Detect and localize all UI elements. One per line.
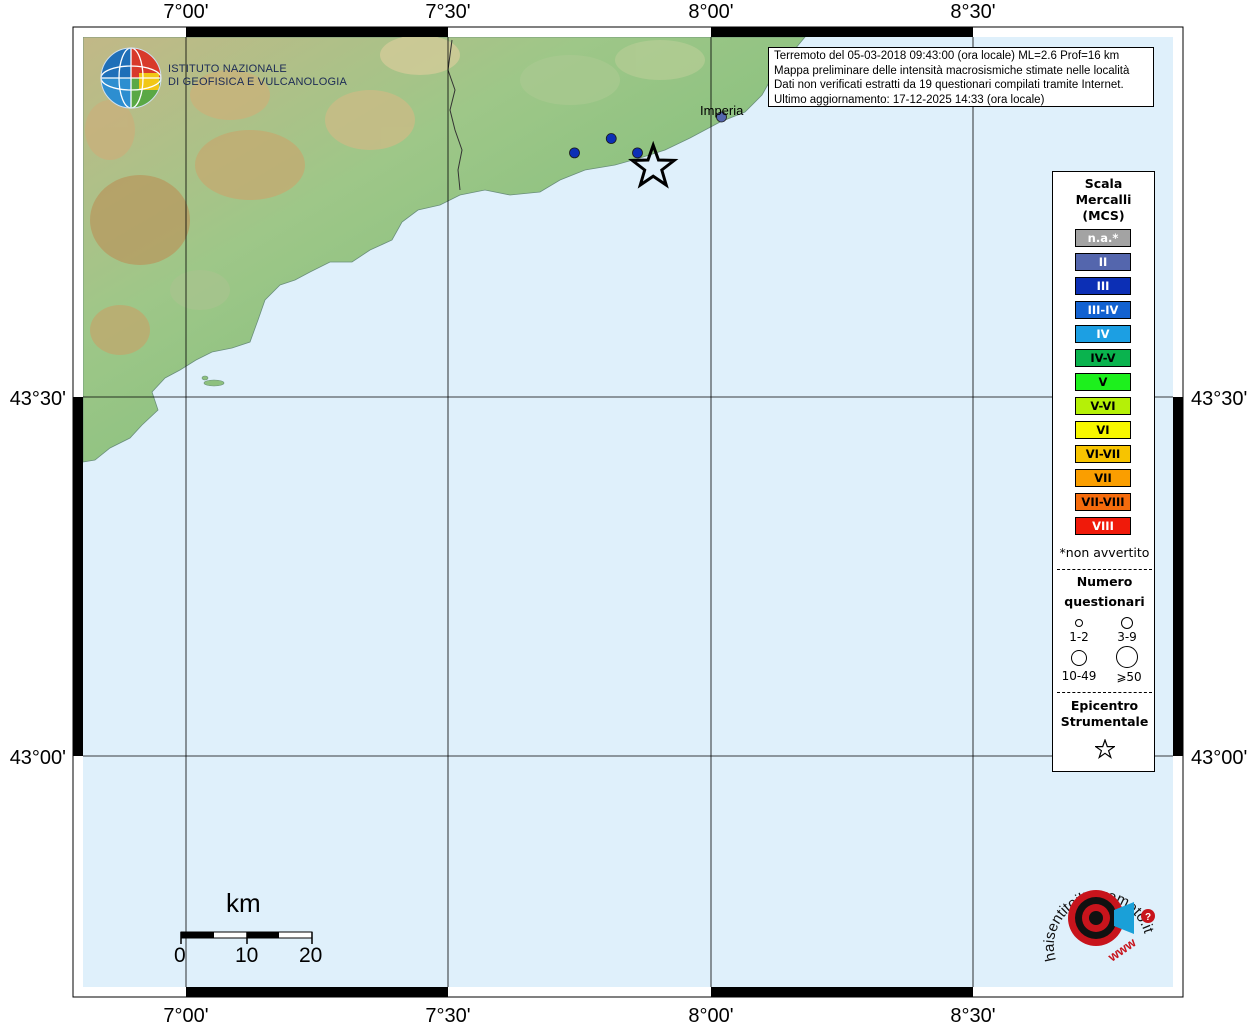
intensity-level-swatch: IV-V bbox=[1075, 349, 1131, 367]
lon-label: 8°30' bbox=[950, 1005, 995, 1024]
count-label: 3-9 bbox=[1117, 630, 1137, 644]
intensity-level-swatch: V-VI bbox=[1075, 397, 1131, 415]
intensity-level-swatch: VII-VIII bbox=[1075, 493, 1131, 511]
lon-label: 7°00' bbox=[163, 1, 208, 23]
intensity-level-swatch: VI bbox=[1075, 421, 1131, 439]
circle-size-medium bbox=[1121, 617, 1133, 629]
epicenter-title-line: Strumentale bbox=[1060, 714, 1149, 729]
intensity-level-swatch: n.a.* bbox=[1075, 229, 1131, 247]
city-label: Imperia bbox=[700, 103, 744, 118]
info-line: Dati non verificati estratti da 19 quest… bbox=[774, 79, 1124, 91]
circle-size-small bbox=[1075, 619, 1083, 627]
star-icon bbox=[1095, 739, 1115, 759]
observation-point[interactable] bbox=[569, 147, 580, 159]
island bbox=[201, 375, 209, 381]
count-label: ⩾50 bbox=[1116, 670, 1142, 684]
event-info-box: Terremoto del 05-03-2018 09:43:00 (ora l… bbox=[768, 47, 1154, 107]
lon-label: 8°30' bbox=[950, 1, 995, 23]
count-title-line: Numero bbox=[1076, 574, 1133, 589]
legend-panel: Scala Mercalli (MCS) n.a.* II III III-IV IV I… bbox=[1052, 171, 1155, 772]
longitude-labels-top: 7°00' 7°30' 8°00' 8°30' bbox=[163, 1, 995, 23]
scale-label: 20 bbox=[299, 944, 323, 967]
intensity-level-swatch: VII bbox=[1075, 469, 1131, 487]
count-label: 1-2 bbox=[1069, 630, 1089, 644]
lon-label: 8°00' bbox=[688, 1005, 733, 1024]
legend-title-line: (MCS) bbox=[1082, 208, 1125, 223]
intensity-level-swatch: III-IV bbox=[1075, 301, 1131, 319]
info-line: Terremoto del 05-03-2018 09:43:00 (ora l… bbox=[774, 50, 1120, 62]
count-title: Numero questionari bbox=[1053, 572, 1156, 612]
circle-size-large bbox=[1071, 650, 1087, 666]
intensity-level-swatch: II bbox=[1075, 253, 1131, 271]
intensity-level-swatch: IV bbox=[1075, 325, 1131, 343]
not-felt-note: *non avvertito bbox=[1059, 545, 1150, 560]
count-label: 10-49 bbox=[1061, 669, 1097, 683]
scale-unit: km bbox=[226, 888, 261, 918]
observation-point[interactable] bbox=[605, 133, 617, 144]
lon-label: 8°00' bbox=[688, 1, 733, 23]
intensity-level-swatch: III bbox=[1075, 277, 1131, 295]
legend-title-line: Mercalli bbox=[1075, 192, 1132, 207]
info-line: Mappa preliminare delle intensità macros… bbox=[774, 64, 1130, 77]
intensity-level-swatch: V bbox=[1075, 373, 1131, 391]
scale-label: 10 bbox=[235, 944, 259, 967]
institute-name: ISTITUTO NAZIONALE DI GEOFISICA E VULCAN… bbox=[168, 63, 347, 89]
lon-label: 7°30' bbox=[425, 1005, 470, 1024]
lat-label: 43°30' bbox=[10, 388, 66, 410]
institute-line: DI GEOFISICA E VULCANOLOGIA bbox=[168, 76, 347, 88]
scale-label: 0 bbox=[174, 944, 186, 967]
lon-label: 7°00' bbox=[163, 1005, 208, 1024]
longitude-labels-bottom: 7°00' 7°30' 8°00' 8°30' bbox=[163, 1005, 995, 1024]
lat-label: 43°00' bbox=[1191, 747, 1247, 769]
svg-text:?: ? bbox=[1145, 912, 1151, 923]
lat-label: 43°00' bbox=[10, 747, 66, 769]
count-title-line: questionari bbox=[1064, 594, 1145, 609]
lat-label: 43°30' bbox=[1191, 388, 1247, 410]
legend-separator bbox=[1057, 569, 1152, 570]
legend-separator bbox=[1057, 692, 1152, 693]
epicenter-title-line: Epicentro bbox=[1070, 698, 1139, 713]
observation-point[interactable] bbox=[632, 147, 643, 159]
epicenter-title: Epicentro Strumentale bbox=[1053, 698, 1156, 730]
legend-title-line: Scala bbox=[1084, 176, 1123, 191]
intensity-level-swatch: VI-VII bbox=[1075, 445, 1131, 463]
legend-title: Scala Mercalli (MCS) bbox=[1053, 176, 1154, 224]
circle-size-xlarge bbox=[1116, 646, 1138, 668]
institute-line: ISTITUTO NAZIONALE bbox=[168, 63, 287, 75]
ingv-logo-icon bbox=[100, 47, 162, 109]
info-line: Ultimo aggiornamento: 17-12-2025 14:33 (… bbox=[774, 93, 1045, 106]
haisentito-logo-icon: haisentitoilterremoto.it ? www bbox=[1041, 887, 1158, 965]
lon-label: 7°30' bbox=[425, 1, 470, 23]
intensity-level-swatch: VIII bbox=[1075, 517, 1131, 535]
island bbox=[203, 379, 225, 387]
